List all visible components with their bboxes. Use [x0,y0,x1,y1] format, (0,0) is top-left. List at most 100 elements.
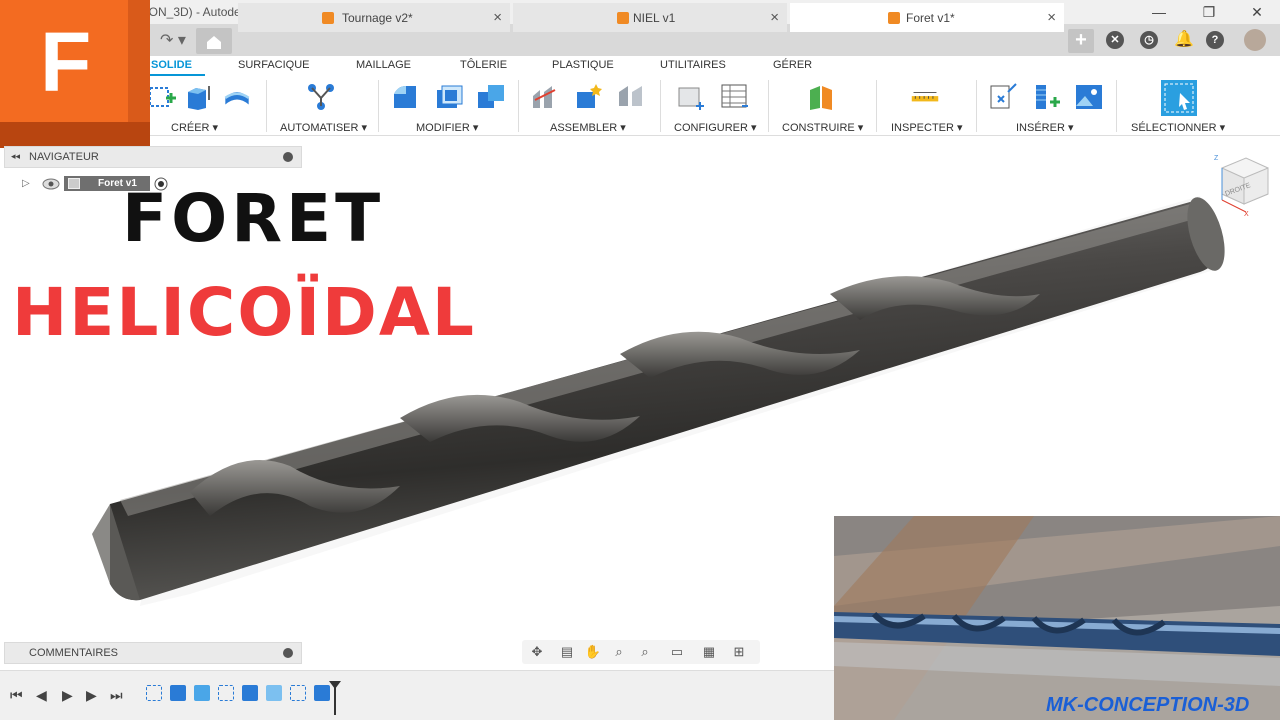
rigid-group-icon[interactable] [616,82,646,112]
combine-icon[interactable] [476,82,506,112]
tab-tournage[interactable]: Tournage v2* × [238,3,510,32]
axis-x-label: X [1244,211,1249,218]
group-automate[interactable]: AUTOMATISER ▾ [280,121,367,134]
timeline-feature-sketch[interactable] [218,685,234,701]
group-assemble[interactable]: ASSEMBLER ▾ [550,121,626,134]
timeline-feature-extrude[interactable] [170,685,186,701]
go-to-start-icon[interactable]: ⏮ [10,687,23,704]
joint-icon[interactable] [530,82,560,112]
maximize-button[interactable]: ❐ [1192,2,1226,22]
tab-close-button[interactable]: × [1047,9,1056,26]
close-window-button[interactable]: ✕ [1240,2,1274,22]
comments-title: COMMENTAIRES [29,647,119,659]
zoom-icon[interactable]: ⌕ [610,643,628,661]
insert-mcmaster-icon[interactable] [1032,82,1062,112]
timeline-feature-pattern[interactable] [266,685,282,701]
eye-icon[interactable] [42,177,60,191]
comments-panel[interactable]: COMMENTAIRES [4,642,302,664]
configure-icon[interactable] [676,82,706,112]
timeline-feature-coil[interactable] [194,685,210,701]
channel-watermark: MK-CONCEPTION-3D [1046,694,1250,716]
new-tab-button[interactable]: + [1068,29,1094,53]
pan-icon[interactable]: ✋ [584,643,602,661]
construction-plane-icon[interactable] [806,82,836,112]
display-settings-icon[interactable]: ▭ [668,643,686,661]
tab-niel[interactable]: NIEL v1 × [513,3,787,32]
fit-icon[interactable]: ⌕ [636,643,654,661]
insert-canvas-icon[interactable] [1074,82,1104,112]
new-component-icon[interactable] [574,82,604,112]
component-icon [617,12,629,24]
divider [660,80,661,132]
tab-close-button[interactable]: × [493,9,502,26]
tab-label: Tournage v2* [342,11,413,25]
group-insert[interactable]: INSÉRER ▾ [1016,121,1073,134]
drill-photo [834,516,1280,720]
collapse-icon[interactable]: ◂◂ [11,151,20,162]
divider [768,80,769,132]
timeline-feature-sketch[interactable] [146,685,162,701]
logo-shade [0,122,150,148]
step-forward-icon[interactable]: ▶ [86,687,97,704]
component-icon [888,12,900,24]
help-icon[interactable]: ? [1206,31,1224,49]
avatar[interactable] [1244,29,1266,51]
home-icon [207,36,221,49]
group-modify[interactable]: MODIFIER ▾ [416,121,478,134]
ribbon-tab-gerer[interactable]: GÉRER [773,59,812,71]
redo-icon[interactable]: ↷ ▾ [160,30,186,50]
orbit-icon[interactable]: ✥ [528,643,546,661]
ribbon-tabs: SOLIDE SURFACIQUE MAILLAGE TÔLERIE PLAST… [0,56,1280,76]
ribbon-tab-surfacique[interactable]: SURFACIQUE [238,59,310,71]
divider [976,80,977,132]
grid-settings-icon[interactable]: ▦ [700,643,718,661]
divider [378,80,379,132]
navigator-panel[interactable]: ◂◂ NAVIGATEUR [4,146,302,168]
group-configure[interactable]: CONFIGURER ▾ [674,121,757,134]
ribbon-tab-solide[interactable]: SOLIDE [151,59,192,71]
measure-icon[interactable] [910,82,940,112]
ribbon-tab-maillage[interactable]: MAILLAGE [356,59,411,71]
timeline-feature-sketch[interactable] [290,685,306,701]
step-back-icon[interactable]: ◀ [36,687,47,704]
add-comment-icon[interactable] [283,648,293,658]
table-icon[interactable] [720,82,750,112]
revolve-icon[interactable] [222,82,252,112]
group-inspect[interactable]: INSPECTER ▾ [891,121,963,134]
ribbon-tab-utilitaires[interactable]: UTILITAIRES [660,59,726,71]
extrude-icon[interactable] [182,82,212,112]
tab-label: Foret v1* [906,11,955,25]
component-icon [322,12,334,24]
ribbon-tab-tolerie[interactable]: TÔLERIE [460,59,507,71]
group-construct[interactable]: CONSTRUIRE ▾ [782,121,863,134]
notifications-icon[interactable]: 🔔 [1174,31,1194,49]
expand-icon[interactable]: ▷ [22,178,30,189]
select-icon[interactable] [1160,79,1198,117]
look-at-icon[interactable]: ▤ [558,643,576,661]
real-drill-photo [834,516,1280,720]
press-pull-icon[interactable] [390,82,420,112]
tab-close-button[interactable]: × [770,9,779,26]
extensions-icon[interactable]: ✕ [1106,31,1124,49]
automate-icon[interactable] [306,82,336,112]
viewports-icon[interactable]: ⊞ [730,643,748,661]
timeline-marker[interactable] [328,681,342,715]
tab-foret[interactable]: Foret v1* × [790,3,1064,32]
timeline: ⏮ ◀ ▶ ▶ ⏭ [0,670,834,720]
group-create[interactable]: CRÉER ▾ [171,121,218,134]
insert-derive-icon[interactable] [988,82,1018,112]
divider [266,80,267,132]
minimize-panel-icon[interactable] [283,152,293,162]
home-button[interactable] [196,28,232,54]
job-status-icon[interactable]: ◷ [1140,31,1158,49]
create-sketch-icon[interactable] [148,82,178,112]
headline-line-2: HELICOÏDAL [12,274,476,351]
minimize-button[interactable]: — [1142,2,1176,22]
shell-icon[interactable] [434,82,464,112]
ribbon-tab-plastique[interactable]: PLASTIQUE [552,59,614,71]
play-icon[interactable]: ▶ [62,687,73,704]
divider [876,80,877,132]
go-to-end-icon[interactable]: ⏭ [110,687,123,704]
group-select[interactable]: SÉLECTIONNER ▾ [1131,121,1225,134]
timeline-feature-sweep[interactable] [242,685,258,701]
